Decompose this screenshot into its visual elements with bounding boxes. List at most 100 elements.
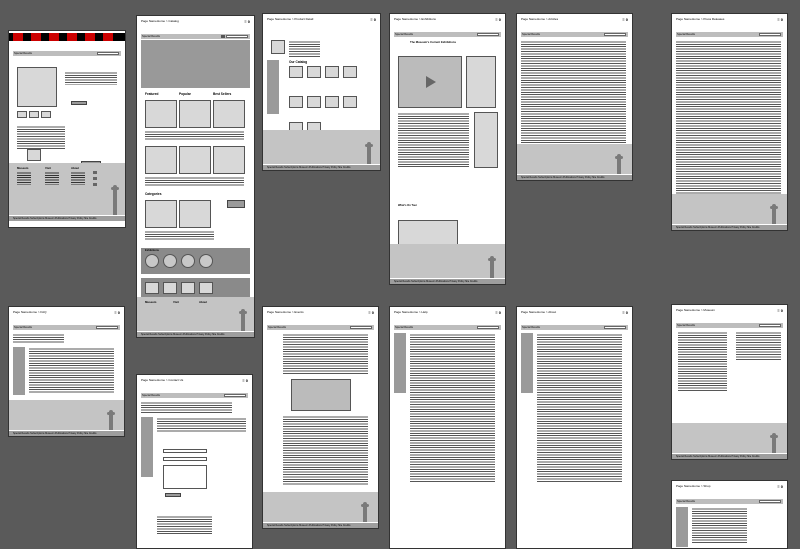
footer: Museum Visit About bbox=[9, 163, 125, 215]
search-input[interactable] bbox=[759, 324, 781, 327]
related-image[interactable] bbox=[27, 149, 41, 161]
cart-icon[interactable]: ≡ 0 bbox=[242, 379, 248, 383]
product-thumb[interactable] bbox=[343, 66, 357, 78]
search-input[interactable] bbox=[350, 326, 372, 329]
event-thumb[interactable] bbox=[199, 282, 213, 294]
event-thumb[interactable] bbox=[163, 282, 177, 294]
search-input[interactable] bbox=[226, 35, 248, 38]
cart-icon[interactable]: ≡ 0 bbox=[622, 311, 628, 315]
send-button[interactable] bbox=[165, 493, 181, 497]
logo[interactable]: Page Name bbox=[676, 309, 692, 312]
cart-icon[interactable]: ≡ 0 bbox=[777, 309, 783, 313]
search-input[interactable] bbox=[477, 33, 499, 36]
category-text bbox=[289, 40, 320, 58]
logo[interactable]: Page Name bbox=[267, 18, 283, 21]
bottom-links-text[interactable]: Special Results Subscriptions Museum Pub… bbox=[521, 175, 604, 180]
logo[interactable]: Page Name bbox=[141, 379, 157, 382]
bottom-links-text[interactable]: Special Results Subscriptions Museum Pub… bbox=[676, 454, 759, 459]
bottom-links-text[interactable]: Special Results Subscriptions Museum Pub… bbox=[394, 279, 477, 284]
product-thumb[interactable] bbox=[307, 66, 321, 78]
bottom-links-text[interactable]: Special Results Subscriptions Museum Pub… bbox=[141, 332, 224, 337]
cart-icon[interactable]: ≡ 0 bbox=[495, 311, 501, 315]
product-thumb[interactable] bbox=[343, 96, 357, 108]
bottom-links-text[interactable]: Special Results Subscriptions Museum Pub… bbox=[676, 225, 759, 230]
product-card[interactable] bbox=[179, 200, 211, 228]
product-card[interactable] bbox=[213, 100, 245, 128]
exhibit-thumb[interactable] bbox=[163, 254, 177, 268]
play-icon[interactable] bbox=[426, 76, 436, 88]
search-input[interactable] bbox=[604, 326, 626, 329]
breadcrumb[interactable]: Home > Product Detail bbox=[283, 18, 313, 21]
logo[interactable]: Page Name bbox=[676, 18, 692, 21]
product-card[interactable] bbox=[179, 146, 211, 174]
product-card[interactable] bbox=[145, 200, 177, 228]
breadcrumb[interactable]: Home > Press Releases bbox=[692, 18, 724, 21]
product-thumb[interactable] bbox=[307, 96, 321, 108]
nav-bar: Special Results bbox=[394, 32, 501, 37]
breadcrumb[interactable]: Home > Events bbox=[283, 311, 304, 314]
event-thumb[interactable] bbox=[145, 282, 159, 294]
thumbnail[interactable] bbox=[29, 111, 39, 118]
exhibit-thumb[interactable] bbox=[181, 254, 195, 268]
product-thumb[interactable] bbox=[325, 96, 339, 108]
search-input[interactable] bbox=[759, 33, 781, 36]
logo[interactable]: Page Name bbox=[394, 311, 410, 314]
logo[interactable]: Page Name bbox=[267, 311, 283, 314]
logo[interactable]: Page Name bbox=[141, 20, 157, 23]
logo[interactable]: Page Name bbox=[13, 311, 29, 314]
breadcrumb[interactable]: Home > Articles bbox=[537, 18, 558, 21]
product-card[interactable] bbox=[179, 100, 211, 128]
name-field[interactable] bbox=[163, 449, 207, 453]
breadcrumb[interactable]: Home > Museum bbox=[692, 309, 715, 312]
search-input[interactable] bbox=[96, 326, 118, 329]
bottom-links-text[interactable]: Special Results Subscriptions Museum Pub… bbox=[267, 523, 350, 528]
product-thumb[interactable] bbox=[289, 66, 303, 78]
breadcrumb[interactable]: Home > Shop bbox=[692, 485, 710, 488]
bottom-links-text[interactable]: Special Results Subscriptions Museum Pub… bbox=[13, 216, 96, 221]
breadcrumb[interactable]: Home > FAQ bbox=[29, 311, 46, 314]
event-image[interactable] bbox=[291, 379, 351, 411]
bottom-links-text[interactable]: Special Results Subscriptions Museum Pub… bbox=[267, 165, 350, 170]
product-card[interactable] bbox=[213, 146, 245, 174]
logo[interactable]: Page Name bbox=[394, 18, 410, 21]
exhibit-thumb[interactable] bbox=[145, 254, 159, 268]
cart-icon[interactable]: ≡ 0 bbox=[622, 18, 628, 22]
breadcrumb[interactable]: Home > Contact Us bbox=[157, 379, 183, 382]
logo[interactable]: Page Name bbox=[676, 485, 692, 488]
cart-icon[interactable]: ≡ 0 bbox=[777, 18, 783, 22]
search-input[interactable] bbox=[224, 394, 246, 397]
breadcrumb[interactable]: Home > About bbox=[537, 311, 556, 314]
product-image[interactable] bbox=[17, 67, 57, 107]
search-input[interactable] bbox=[97, 52, 119, 55]
shop-text bbox=[692, 507, 747, 543]
cart-icon[interactable]: ≡ 0 bbox=[368, 311, 374, 315]
product-thumb[interactable] bbox=[325, 66, 339, 78]
cart-icon[interactable]: ≡ 0 bbox=[244, 20, 250, 24]
add-to-cart-button[interactable] bbox=[71, 101, 87, 105]
breadcrumb[interactable]: Home > Exhibitions bbox=[410, 18, 436, 21]
message-field[interactable] bbox=[163, 465, 207, 489]
logo[interactable]: Page Name bbox=[521, 311, 537, 314]
logo[interactable]: Page Name bbox=[521, 18, 537, 21]
cart-icon[interactable]: ≡ 0 bbox=[370, 18, 376, 22]
wireframe-page-catalog: Page Name Home > Catalog ≡ 0 Special Resul… bbox=[136, 15, 255, 338]
product-card[interactable] bbox=[145, 146, 177, 174]
email-field[interactable] bbox=[163, 457, 207, 461]
bottom-links-text[interactable]: Special Results Subscriptions Museum Pub… bbox=[13, 431, 96, 436]
search-input[interactable] bbox=[477, 326, 499, 329]
event-thumb[interactable] bbox=[181, 282, 195, 294]
cart-icon[interactable]: ≡ 0 bbox=[114, 311, 120, 315]
product-thumb[interactable] bbox=[289, 96, 303, 108]
breadcrumb[interactable]: Home > Catalog bbox=[157, 20, 179, 23]
search-input[interactable] bbox=[759, 500, 781, 503]
cart-icon[interactable]: ≡ 0 bbox=[777, 485, 783, 489]
product-card[interactable] bbox=[145, 100, 177, 128]
thumbnail[interactable] bbox=[17, 111, 27, 118]
exhibit-thumb[interactable] bbox=[199, 254, 213, 268]
breadcrumb[interactable]: Home > Help bbox=[410, 311, 428, 314]
filter-button[interactable] bbox=[227, 200, 245, 208]
thumbnail[interactable] bbox=[41, 111, 51, 118]
search-input[interactable] bbox=[604, 33, 626, 36]
category-image[interactable] bbox=[271, 40, 285, 54]
cart-icon[interactable]: ≡ 0 bbox=[495, 18, 501, 22]
